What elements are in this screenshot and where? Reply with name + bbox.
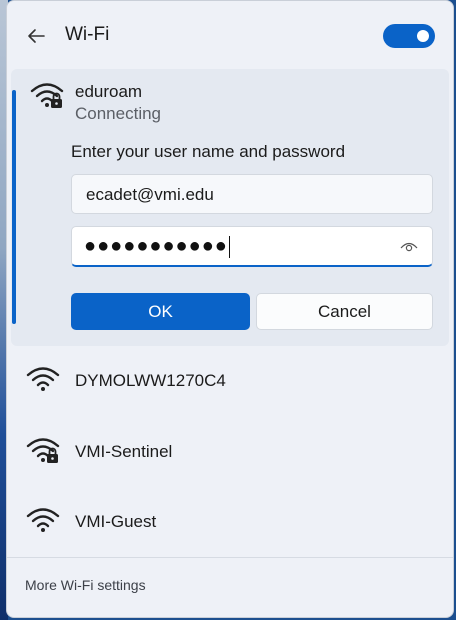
reveal-password-icon[interactable] [400,239,418,253]
wifi-toggle[interactable] [383,24,435,48]
wifi-flyout: Wi-Fi eduroam Connecting Enter your user… [6,0,454,618]
network-item-expanded: eduroam Connecting Enter your user name … [11,69,449,346]
network-item[interactable]: VMI-Guest [7,486,453,556]
network-name: VMI-Sentinel [75,442,173,461]
password-field[interactable]: ●●●●●●●●●●● [71,226,433,267]
credential-prompt: Enter your user name and password [71,142,346,161]
wifi-icon [26,508,60,532]
back-arrow-icon[interactable] [25,25,47,47]
username-field[interactable]: ecadet@vmi.edu [71,174,433,214]
page-title: Wi-Fi [65,24,110,45]
toggle-knob [417,30,429,42]
wifi-secured-icon [26,438,60,463]
ok-button[interactable]: OK [71,293,250,330]
network-name: eduroam [75,82,143,101]
network-status: Connecting [75,104,162,123]
wifi-secured-icon [30,83,64,108]
password-value: ●●●●●●●●●●● [84,235,230,258]
network-item[interactable]: DYMOLWW1270C4 [7,346,453,416]
more-wifi-settings-link[interactable]: More Wi-Fi settings [25,577,146,593]
wifi-icon [26,367,60,391]
network-name: DYMOLWW1270C4 [75,371,226,390]
username-value: ecadet@vmi.edu [86,185,214,204]
network-item[interactable]: VMI-Sentinel [7,416,453,486]
divider [7,557,453,558]
network-name: VMI-Guest [75,512,157,531]
header: Wi-Fi [7,1,453,69]
selection-accent [12,90,16,324]
cancel-button[interactable]: Cancel [256,293,433,330]
